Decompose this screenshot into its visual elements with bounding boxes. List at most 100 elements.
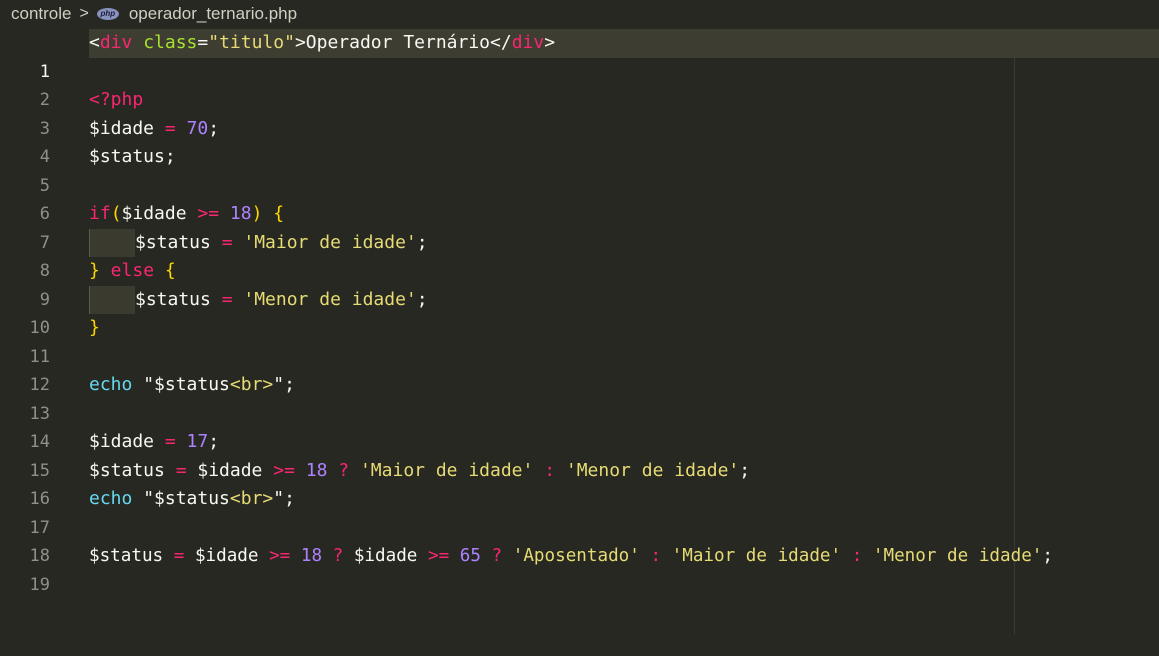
token: 18	[229, 203, 252, 224]
code-line[interactable]: 5 $status;	[0, 143, 1159, 196]
code-line[interactable]: 3 <?php	[0, 86, 1159, 139]
code-editor[interactable]: 1 <div class="titulo">Operador Ternário<…	[0, 29, 1159, 635]
token: 65	[459, 546, 481, 566]
code-line[interactable]: 16 $status = $idade >= 18 ? 'Maior de id…	[0, 457, 1159, 510]
token: $status	[89, 459, 165, 481]
token: {	[273, 203, 285, 224]
token: <	[89, 32, 100, 53]
code-text[interactable]: echo "$status<br>";	[89, 485, 1159, 514]
token: ;	[1042, 546, 1053, 566]
token: <br>	[229, 488, 274, 509]
token: 70	[186, 117, 209, 139]
breadcrumb-file[interactable]: operador_ternario.php	[129, 4, 297, 24]
token: =	[210, 231, 244, 253]
token: 17	[186, 431, 209, 452]
token: 'Maior de idade'	[243, 231, 417, 253]
code-line[interactable]: 11 }	[0, 314, 1159, 367]
token: :	[639, 546, 672, 566]
token: echo	[89, 374, 133, 395]
token: =	[163, 546, 195, 566]
code-line[interactable]: 19 $status = $idade >= 18 ? $idade >= 65…	[0, 542, 1159, 595]
code-line[interactable]: 12	[0, 343, 1159, 395]
token: >=	[258, 546, 301, 566]
code-text[interactable]: $status;	[89, 143, 1159, 172]
token: if	[89, 203, 111, 224]
code-text[interactable]: echo "$status<br>";	[89, 371, 1159, 400]
token: $idade	[197, 459, 263, 481]
token: }	[89, 317, 100, 338]
token: =	[154, 431, 187, 452]
code-text[interactable]: <?php	[89, 86, 1159, 115]
token: </	[490, 32, 512, 53]
code-line[interactable]: 17 echo "$status<br>";	[0, 485, 1159, 538]
code-line[interactable]: 4 $idade = 70;	[0, 115, 1159, 168]
token: $idade	[194, 546, 259, 566]
code-line[interactable]: 6	[0, 172, 1159, 224]
code-text[interactable]	[89, 343, 1159, 372]
token: =	[164, 459, 198, 481]
code-text[interactable]: } else {	[89, 257, 1159, 286]
token: "$status	[143, 374, 230, 395]
token: ?	[480, 546, 513, 566]
token: 'Menor de idade'	[565, 459, 740, 481]
code-line[interactable]: 13 echo "$status<br>";	[0, 371, 1159, 424]
code-text[interactable]: $status = 'Maior de idade';	[89, 228, 1159, 258]
code-text[interactable]: $status = $idade >= 18 ? $idade >= 65 ? …	[89, 542, 1159, 571]
token: ?	[327, 459, 360, 481]
code-line[interactable]: 14	[0, 400, 1159, 452]
token: 'Maior de idade'	[671, 546, 842, 566]
token: echo	[89, 488, 133, 509]
token: 'Menor de idade'	[872, 546, 1043, 566]
code-line[interactable]: 18	[0, 514, 1159, 566]
code-text[interactable]: }	[89, 314, 1159, 343]
token: ?	[322, 546, 354, 566]
token: class	[143, 32, 198, 53]
code-line[interactable]: 7 if($idade >= 18) {	[0, 200, 1159, 253]
code-text[interactable]: $idade = 17;	[89, 428, 1159, 457]
code-line[interactable]: 15 $idade = 17;	[0, 428, 1159, 481]
token: (	[110, 203, 122, 224]
token: :	[533, 459, 566, 481]
breadcrumb: controle > php operador_ternario.php	[0, 0, 1159, 28]
indent-guide	[89, 285, 135, 314]
token: "$status	[143, 488, 230, 509]
token: {	[164, 260, 176, 281]
token: $status;	[89, 146, 176, 167]
code-text[interactable]: $status = 'Menor de idade';	[89, 285, 1159, 315]
token: =	[210, 288, 244, 310]
line-number: 19	[29, 574, 50, 595]
token: "titulo"	[208, 32, 295, 53]
token: $status	[135, 288, 211, 310]
code-text[interactable]: $idade = 70;	[89, 115, 1159, 144]
token: <?php	[89, 89, 144, 110]
token: >=	[262, 459, 306, 481]
code-line[interactable]: 9 } else {	[0, 257, 1159, 310]
code-line[interactable]: 8 $status = 'Maior de idade';	[0, 228, 1159, 281]
code-text[interactable]	[89, 400, 1159, 429]
breadcrumb-folder[interactable]: controle	[11, 4, 71, 24]
indent-guide	[89, 228, 135, 257]
token: :	[841, 546, 873, 566]
token: =	[197, 32, 209, 53]
token: $idade	[121, 203, 187, 224]
token: )	[251, 203, 274, 224]
token: ;	[416, 231, 428, 253]
code-text[interactable]	[89, 172, 1159, 201]
token: $status	[89, 546, 164, 566]
token: >	[544, 32, 556, 53]
code-line[interactable]: 2	[0, 58, 1159, 110]
token: <br>	[229, 374, 274, 395]
token: 18	[305, 459, 328, 481]
code-text[interactable]	[89, 58, 1159, 87]
code-text[interactable]: $status = $idade >= 18 ? 'Maior de idade…	[89, 457, 1159, 486]
code-line[interactable]: 10 $status = 'Menor de idade';	[0, 285, 1159, 338]
code-line[interactable]: 1 <div class="titulo">Operador Ternário<…	[0, 29, 1159, 82]
token: ;	[416, 288, 428, 310]
chevron-right-icon: >	[79, 5, 89, 22]
token: $idade	[89, 117, 155, 139]
code-text[interactable]	[89, 514, 1159, 543]
code-text[interactable]: if($idade >= 18) {	[89, 200, 1159, 229]
code-text[interactable]: <div class="titulo">Operador Ternário</d…	[89, 29, 1159, 58]
